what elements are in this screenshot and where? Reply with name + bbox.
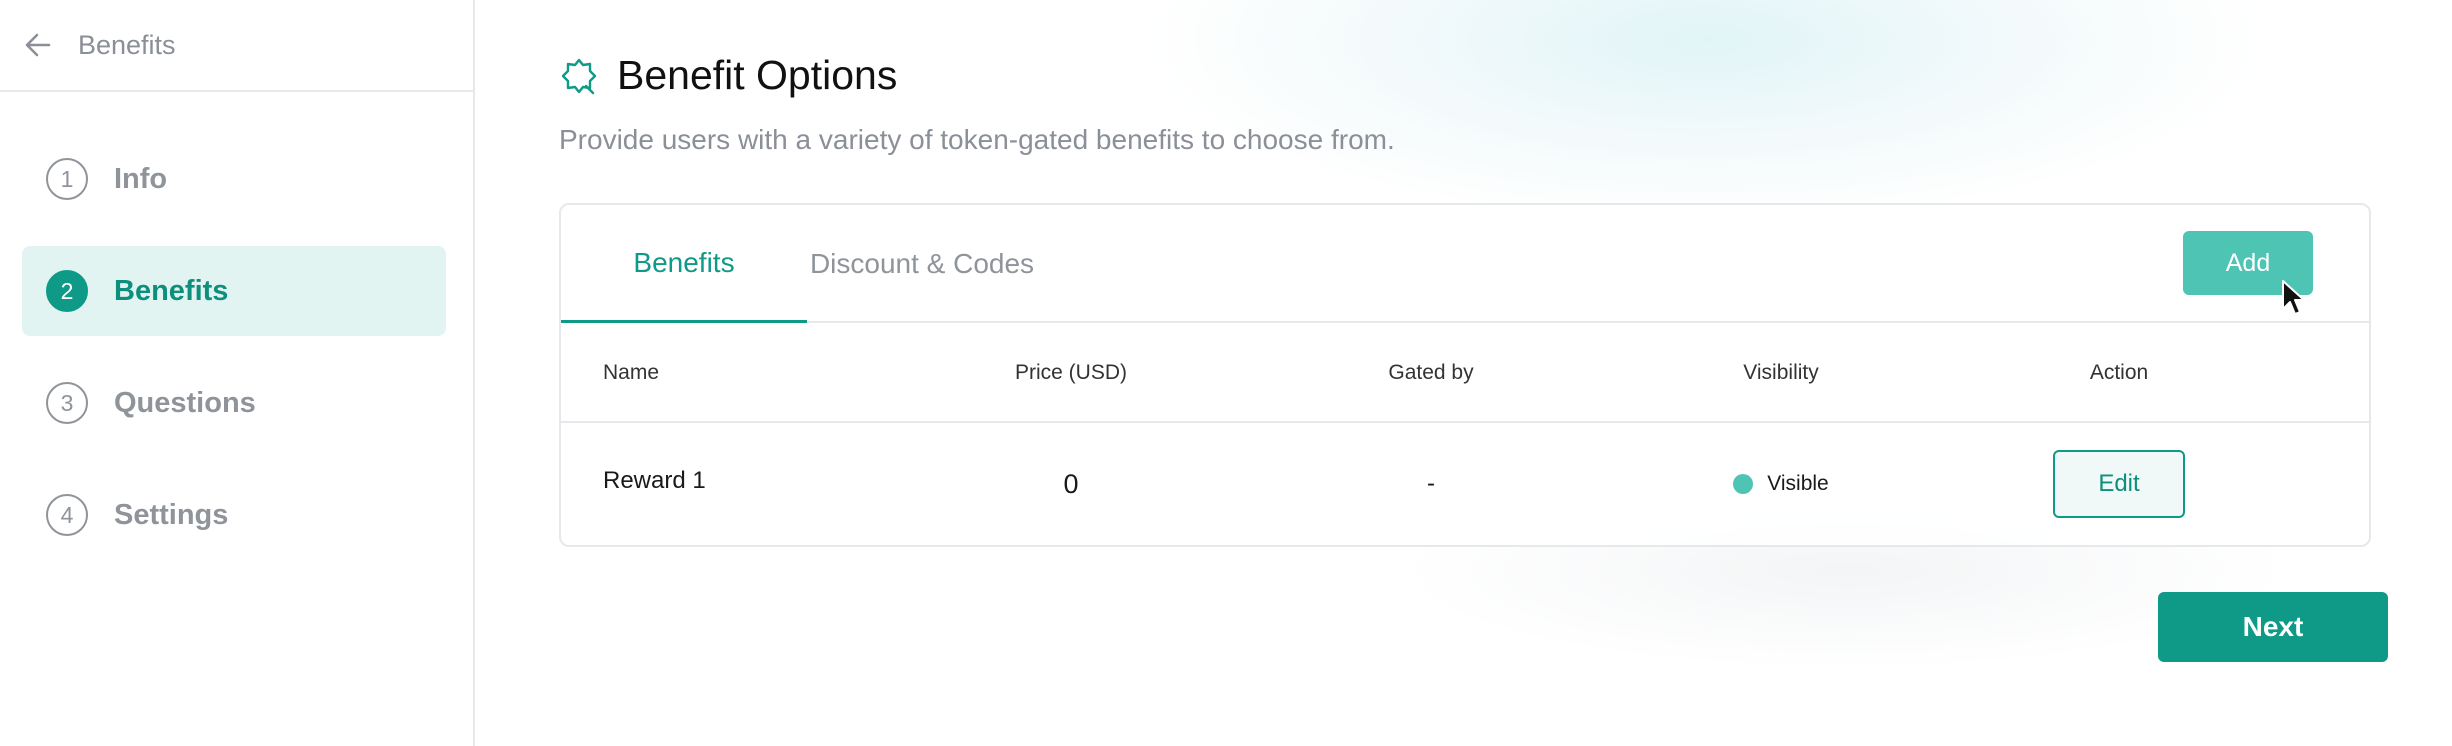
badge-icon <box>559 56 599 96</box>
tab-benefits[interactable]: Benefits <box>561 205 807 323</box>
tab-discount-codes[interactable]: Discount & Codes <box>807 205 1037 323</box>
step-settings[interactable]: 4 Settings <box>22 470 446 560</box>
step-list: 1 Info 2 Benefits 3 Questions 4 Settings <box>22 134 446 582</box>
sidebar-header: Benefits <box>0 0 473 92</box>
step-number: 1 <box>46 158 88 200</box>
table-row: Reward 1 0 - Visible Edit <box>561 423 2369 545</box>
step-label: Benefits <box>114 274 229 307</box>
column-header-name: Name <box>603 361 660 384</box>
table-header: Name Price (USD) Gated by Visibility Act… <box>561 323 2369 423</box>
column-header-price: Price (USD) <box>1014 361 1127 384</box>
sidebar-title: Benefits <box>78 29 176 60</box>
column-header-visibility: Visibility <box>1743 361 1819 384</box>
mouse-cursor-icon <box>2281 279 2305 317</box>
page-title: Benefit Options <box>617 52 898 98</box>
cell-name: Reward 1 <box>603 467 706 494</box>
background-glow <box>1157 0 2257 220</box>
sidebar: Benefits 1 Info 2 Benefits 3 Questions 4… <box>0 0 475 746</box>
next-button[interactable]: Next <box>2158 592 2388 662</box>
column-header-gated-by: Gated by <box>1388 361 1474 384</box>
benefits-card: Benefits Discount & Codes Add Name Price… <box>559 203 2371 547</box>
column-header-action: Action <box>2089 361 2149 384</box>
arrow-left-icon[interactable] <box>22 29 54 61</box>
step-label: Info <box>114 162 168 195</box>
page-header: Benefit Options <box>559 52 897 99</box>
visibility-label: Visible <box>1767 472 1829 495</box>
cell-price: 0 <box>1063 468 1079 499</box>
step-label: Questions <box>114 386 256 419</box>
main-content: Benefit Options Provide users with a var… <box>477 0 2452 746</box>
cell-gated-by: - <box>1427 470 1435 497</box>
cell-action: Edit <box>1949 423 2289 545</box>
step-label: Settings <box>114 498 229 531</box>
cell-visibility: Visible <box>1611 423 1951 545</box>
visibility-status-dot <box>1733 474 1754 494</box>
step-info[interactable]: 1 Info <box>22 134 446 224</box>
page-subtitle: Provide users with a variety of token-ga… <box>559 124 1395 155</box>
edit-button[interactable]: Edit <box>2053 450 2185 518</box>
step-number: 3 <box>46 382 88 424</box>
step-number: 4 <box>46 494 88 536</box>
tab-bar: Benefits Discount & Codes Add <box>561 205 2369 323</box>
step-benefits[interactable]: 2 Benefits <box>22 246 446 336</box>
step-number: 2 <box>46 270 88 312</box>
step-questions[interactable]: 3 Questions <box>22 358 446 448</box>
